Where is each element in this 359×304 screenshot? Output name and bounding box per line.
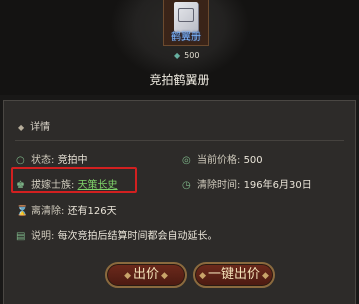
remaining-row: ⌛ 离清除: 还有126天 (16, 202, 117, 217)
item-price-value: 500 (184, 51, 200, 60)
remaining-value: 还有126天 (67, 206, 117, 217)
divider (15, 140, 344, 141)
note-row: ▤ 说明: 每次竞拍后结算时间都会自动延长。 (16, 227, 218, 242)
clock-icon: ◷ (182, 180, 191, 191)
current-price-row: ◎ 当前价格: 500 (182, 151, 263, 166)
bid-button[interactable]: ◆ 出价 ◆ (105, 262, 187, 288)
details-header: ◆ 详情 (18, 118, 50, 133)
status-row: ○ 状态: 竞拍中 (16, 151, 88, 166)
bid-button-label: 出价 (132, 267, 159, 282)
price-icon: ◎ (182, 155, 191, 166)
clear-time-label: 清除时间: (197, 180, 241, 191)
status-label: 状态: (31, 155, 55, 166)
coin-icon: ◆ (174, 51, 181, 60)
current-price-label: 当前价格: (197, 155, 241, 166)
hourglass-icon: ⌛ (16, 206, 29, 217)
clear-time-value: 196年6月30日 (243, 180, 312, 191)
page-title: 竞拍鹤翼册 (149, 73, 210, 87)
right-endcap-icon: ◆ (161, 271, 168, 281)
current-price-value: 500 (243, 155, 263, 166)
one-click-bid-button[interactable]: ◆ 一键出价 ◆ (193, 262, 275, 288)
remaining-label: 离清除: (31, 206, 65, 217)
note-value: 每次竞拍后结算时间都会自动延长。 (57, 231, 218, 242)
item-slot[interactable]: 鹤翼册 (163, 0, 209, 46)
details-panel: ◆ 详情 ○ 状态: 竞拍中 ◎ 当前价格: 500 ♚ 拔嫁士族: 天策长史 ◷ 清除时… (3, 100, 356, 304)
right-endcap-icon: ◆ (262, 271, 269, 281)
note-label: 说明: (31, 231, 55, 242)
status-value: 竞拍中 (57, 155, 88, 166)
note-icon: ▤ (16, 231, 26, 242)
highlight-box (11, 167, 137, 193)
details-header-label: 详情 (30, 122, 51, 133)
left-endcap-icon: ◆ (199, 271, 206, 281)
diamond-icon: ◆ (18, 123, 25, 132)
item-price: ◆ 500 (174, 51, 199, 60)
left-endcap-icon: ◆ (124, 271, 131, 281)
status-icon: ○ (16, 155, 25, 166)
item-name: 鹤翼册 (171, 32, 201, 43)
one-click-bid-button-label: 一键出价 (207, 267, 260, 282)
clear-time-row: ◷ 清除时间: 196年6月30日 (182, 176, 312, 191)
